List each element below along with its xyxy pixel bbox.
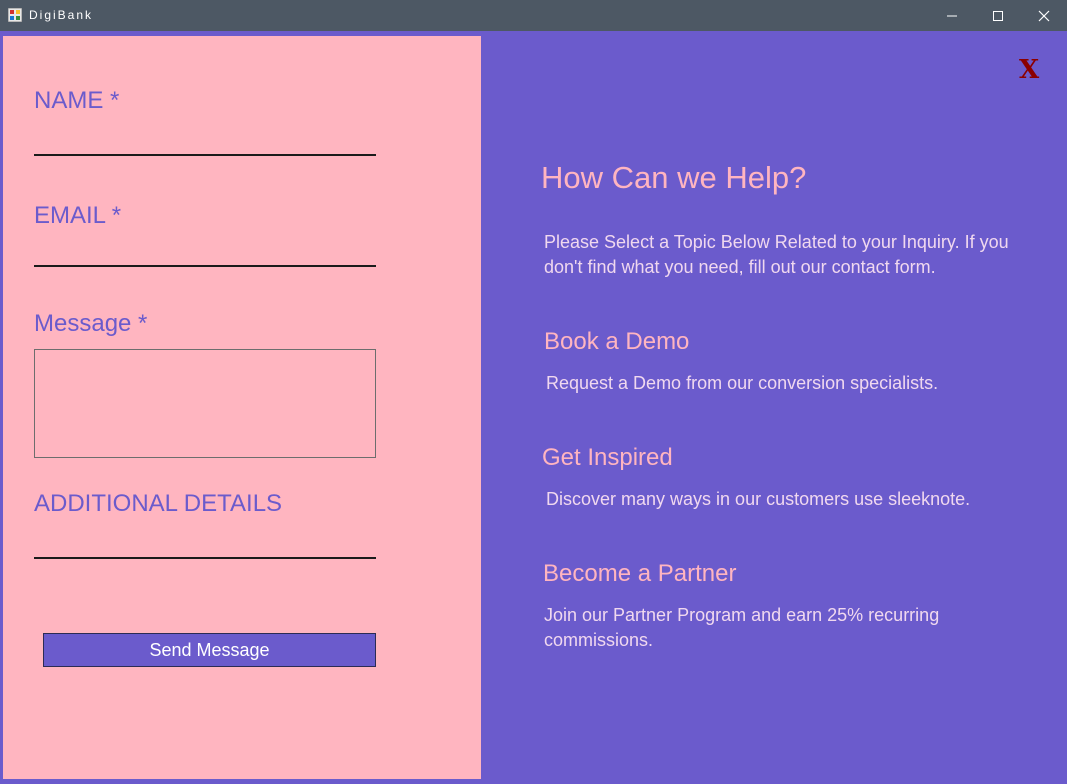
close-window-button[interactable]	[1021, 0, 1067, 31]
topic-become-partner-title[interactable]: Become a Partner	[543, 560, 736, 588]
help-title: How Can we Help?	[541, 160, 807, 195]
help-intro: Please Select a Topic Below Related to y…	[544, 232, 1009, 277]
message-textarea[interactable]	[34, 349, 376, 458]
topic-get-inspired-description: Discover many ways in our customers use …	[546, 489, 971, 509]
app-icon	[8, 8, 22, 22]
title-bar: DigiBank	[0, 0, 1067, 31]
maximize-icon	[993, 10, 1003, 21]
topic-get-inspired-title[interactable]: Get Inspired	[542, 444, 673, 472]
topic-book-demo-title[interactable]: Book a Demo	[544, 328, 689, 356]
message-label: Message *	[34, 310, 148, 337]
additional-details-label: ADDITIONAL DETAILS	[34, 490, 283, 517]
window-title: DigiBank	[29, 8, 94, 22]
close-icon	[1038, 10, 1050, 21]
additional-details-underline	[34, 557, 376, 559]
additional-details-input[interactable]	[34, 526, 380, 558]
email-underline	[34, 265, 376, 267]
email-label: EMAIL *	[34, 202, 122, 229]
help-panel	[481, 36, 1064, 779]
name-label: NAME *	[34, 87, 120, 114]
close-panel-button[interactable]: X	[1019, 56, 1039, 84]
maximize-button[interactable]	[975, 0, 1021, 31]
name-input[interactable]	[34, 122, 380, 154]
topic-become-partner-description: Join our Partner Program and earn 25% re…	[544, 605, 940, 650]
topic-book-demo-description: Request a Demo from our conversion speci…	[546, 373, 939, 393]
minimize-button[interactable]	[929, 0, 975, 31]
name-underline	[34, 154, 376, 156]
minimize-icon	[947, 15, 957, 16]
send-message-button[interactable]: Send Message	[43, 633, 376, 667]
email-input[interactable]	[34, 234, 380, 266]
